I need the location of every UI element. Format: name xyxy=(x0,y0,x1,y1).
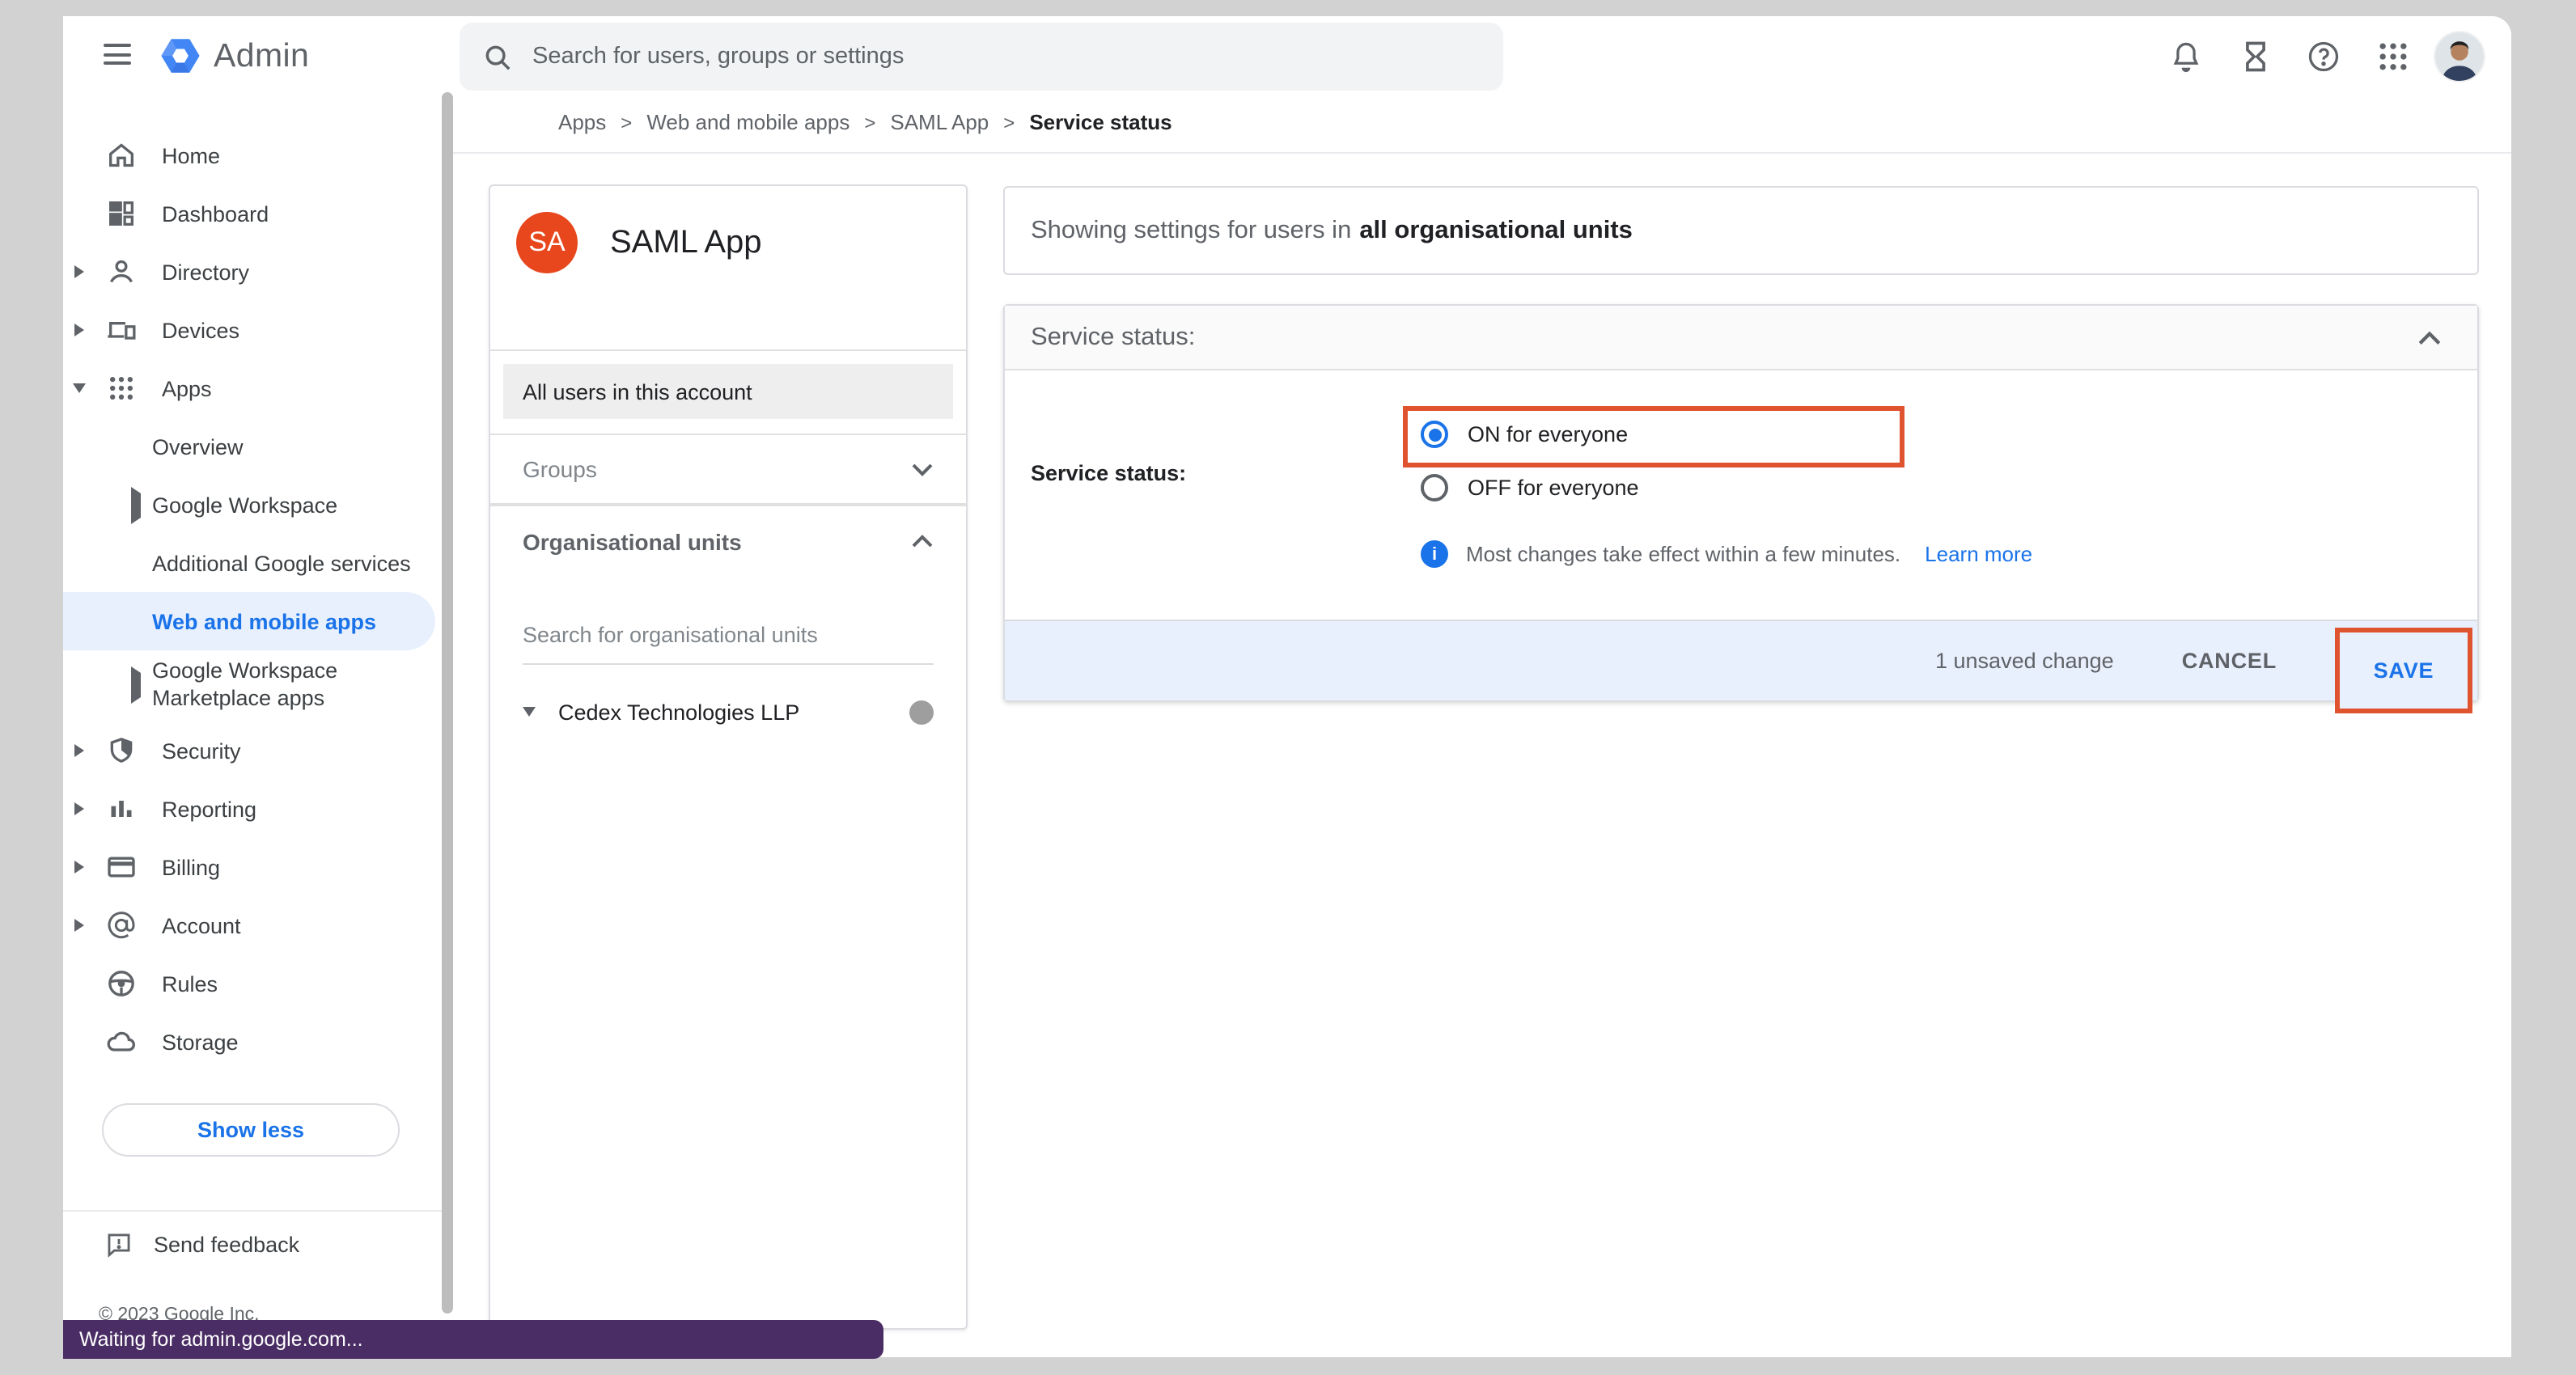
expand-right-icon xyxy=(74,919,84,932)
expand-right-icon xyxy=(74,324,84,336)
tasks-hourglass-icon[interactable] xyxy=(2238,39,2273,74)
radio-off-for-everyone[interactable]: OFF for everyone xyxy=(1421,474,1639,501)
google-apps-grid-icon[interactable] xyxy=(2375,39,2411,74)
all-users-scope-item[interactable]: All users in this account xyxy=(503,364,953,419)
radio-unselected-icon[interactable] xyxy=(1421,474,1448,501)
desktop-background: Admin xyxy=(0,0,2576,1375)
sidebar-item-directory[interactable]: Directory xyxy=(63,243,442,301)
sidebar-item-rules[interactable]: Rules xyxy=(63,954,442,1013)
sidebar-item-account[interactable]: Account xyxy=(63,896,442,954)
expand-right-icon xyxy=(131,486,141,523)
breadcrumb-separator: > xyxy=(864,111,875,133)
sidebar-item-apps[interactable]: Apps xyxy=(63,359,442,417)
app-title: SAML App xyxy=(610,225,762,262)
sidebar-item-home[interactable]: Home xyxy=(63,126,442,184)
sidebar-item-billing[interactable]: Billing xyxy=(63,838,442,896)
scope-summary-card: Showing settings for users in all organi… xyxy=(1003,186,2479,275)
service-status-field-label: Service status: xyxy=(1031,461,1186,485)
groups-section-toggle[interactable]: Groups xyxy=(490,434,966,505)
breadcrumb-saml-app[interactable]: SAML App xyxy=(890,110,989,134)
browser-status-bar: Waiting for admin.google.com... xyxy=(63,1320,883,1359)
sidebar-footer-divider xyxy=(63,1210,442,1212)
main-menu-icon[interactable] xyxy=(104,44,131,65)
bar-chart-icon xyxy=(105,793,138,825)
tree-collapse-icon[interactable] xyxy=(523,707,536,717)
save-button-area: SAVE xyxy=(2335,620,2477,701)
sidebar-item-overview[interactable]: Overview xyxy=(63,417,442,476)
chevron-up-icon xyxy=(2417,329,2442,345)
sidebar-scrollbar[interactable] xyxy=(442,92,453,1314)
at-sign-icon xyxy=(105,909,138,941)
home-icon xyxy=(105,139,138,171)
shield-icon xyxy=(105,734,138,767)
info-icon: i xyxy=(1421,540,1448,568)
person-icon xyxy=(105,256,138,288)
sidebar-item-reporting[interactable]: Reporting xyxy=(63,780,442,838)
expand-right-icon xyxy=(74,744,84,757)
breadcrumb-apps[interactable]: Apps xyxy=(558,110,606,134)
breadcrumb-separator: > xyxy=(621,111,632,133)
account-avatar[interactable] xyxy=(2435,32,2484,81)
chevron-down-icon xyxy=(911,462,934,476)
show-less-button[interactable]: Show less xyxy=(102,1103,400,1157)
cancel-button[interactable]: CANCEL xyxy=(2159,632,2299,689)
breadcrumb-separator: > xyxy=(1003,111,1015,133)
sidebar-item-dashboard[interactable]: Dashboard xyxy=(63,184,442,243)
org-unit-handle-dot xyxy=(909,700,934,724)
devices-icon xyxy=(105,314,138,346)
scope-name: all organisational units xyxy=(1359,216,1633,245)
sidebar-item-google-workspace[interactable]: Google Workspace xyxy=(63,476,442,534)
sidebar-item-devices[interactable]: Devices xyxy=(63,301,442,359)
navigation-sidebar: Home Dashboard xyxy=(63,108,442,1357)
org-unit-tree-item[interactable]: Cedex Technologies LLP xyxy=(490,688,966,736)
app-avatar: SA xyxy=(516,212,578,273)
dashboard-icon xyxy=(105,197,138,230)
highlight-annotation-box: SAVE xyxy=(2335,627,2472,713)
credit-card-icon xyxy=(105,851,138,883)
send-feedback-button[interactable]: Send feedback xyxy=(105,1231,299,1259)
org-unit-search-input[interactable] xyxy=(523,623,934,647)
radio-on-for-everyone[interactable]: ON for everyone xyxy=(1421,421,1628,448)
search-icon xyxy=(482,41,513,72)
save-button[interactable]: SAVE xyxy=(2374,658,2434,682)
service-status-section-header[interactable]: Service status: xyxy=(1005,306,2477,370)
sidebar-item-storage[interactable]: Storage xyxy=(63,1013,442,1071)
service-status-card: Service status: Service status: ON for e… xyxy=(1003,304,2479,702)
help-icon[interactable] xyxy=(2306,39,2341,74)
search-input[interactable] xyxy=(532,44,1438,70)
app-header: SA SAML App xyxy=(490,186,966,351)
admin-console-window: Admin xyxy=(63,16,2511,1357)
global-search-bar[interactable] xyxy=(460,23,1503,91)
chevron-up-icon xyxy=(911,534,934,548)
app-scope-panel: SA SAML App All users in this account Gr… xyxy=(489,184,968,1330)
feedback-icon xyxy=(105,1231,133,1259)
collapse-down-icon xyxy=(73,383,86,393)
google-admin-logo[interactable]: Admin xyxy=(159,34,309,78)
brand-title: Admin xyxy=(214,36,309,75)
sidebar-item-web-and-mobile-apps[interactable]: Web and mobile apps xyxy=(63,592,435,650)
expand-right-icon xyxy=(74,265,84,278)
org-unit-search[interactable] xyxy=(523,621,934,665)
radio-selected-icon[interactable] xyxy=(1421,421,1448,448)
learn-more-link[interactable]: Learn more xyxy=(1925,542,2032,566)
expand-right-icon xyxy=(74,861,84,874)
service-status-body: Service status: ON for everyone OFF for … xyxy=(1005,370,2477,620)
expand-right-icon xyxy=(74,802,84,815)
organisational-units-section-toggle[interactable]: Organisational units xyxy=(490,505,966,576)
breadcrumb-current-service-status: Service status xyxy=(1029,110,1171,134)
sidebar-item-security[interactable]: Security xyxy=(63,721,442,780)
sidebar-item-additional-google-services[interactable]: Additional Google services xyxy=(63,534,442,592)
info-note: i Most changes take effect within a few … xyxy=(1421,540,2032,568)
save-bar: 1 unsaved change CANCEL SAVE xyxy=(1005,620,2477,700)
cloud-icon xyxy=(105,1026,138,1058)
breadcrumb: Apps > Web and mobile apps > SAML App > … xyxy=(453,92,2511,154)
breadcrumb-web-and-mobile-apps[interactable]: Web and mobile apps xyxy=(646,110,849,134)
unsaved-changes-text: 1 unsaved change xyxy=(1935,649,2114,673)
apps-icon xyxy=(105,372,138,404)
notifications-bell-icon[interactable] xyxy=(2168,39,2204,74)
steering-wheel-icon xyxy=(105,967,138,1000)
expand-right-icon xyxy=(131,666,141,703)
admin-hexagon-logo-icon xyxy=(159,34,202,78)
sidebar-item-google-workspace-marketplace-apps[interactable]: Google Workspace Marketplace apps xyxy=(63,650,411,721)
